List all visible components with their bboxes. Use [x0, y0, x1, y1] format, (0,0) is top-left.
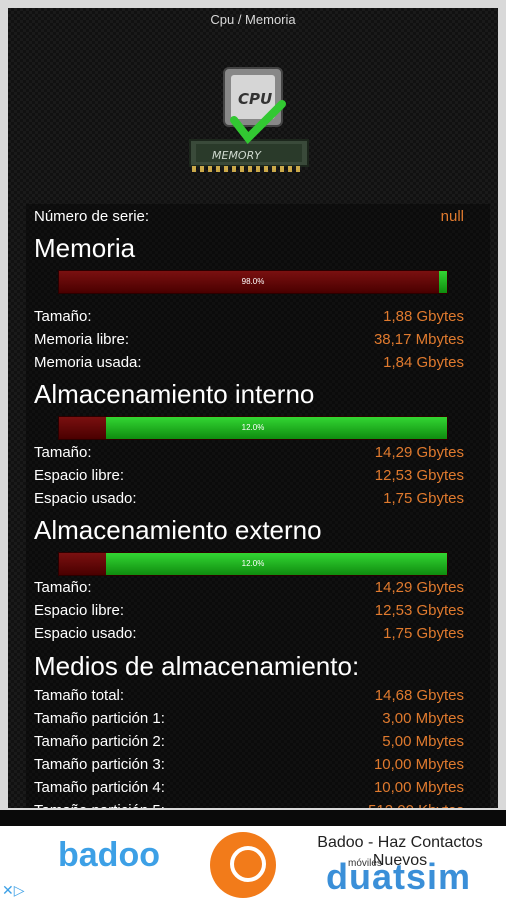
badoo-logo-icon[interactable]: badoo: [58, 836, 160, 875]
partition-3-label: Tamaño partición 3:: [34, 756, 165, 773]
cpu-memory-logo-icon: MEMORY CPU: [189, 67, 309, 172]
app-frame: Cpu / Memoria MEMORY CPU Número de serie…: [0, 0, 506, 810]
cpu-memory-panel: Cpu / Memoria MEMORY CPU Número de serie…: [8, 8, 498, 808]
internal-used-row: Espacio usado: 1,75 Gbytes: [34, 488, 464, 510]
memory-size-value: 1,88 Gbytes: [383, 308, 464, 325]
partition-1-label: Tamaño partición 1:: [34, 710, 165, 727]
memory-heading: Memoria: [34, 233, 136, 263]
ad-choices-icon[interactable]: ✕▷: [2, 882, 25, 899]
svg-text:MEMORY: MEMORY: [212, 149, 262, 162]
memory-size-row: Tamaño: 1,88 Gbytes: [34, 306, 464, 328]
internal-free-value: 12,53 Gbytes: [374, 467, 464, 484]
partition-1-row: Tamaño partición 1: 3,00 Mbytes: [34, 708, 464, 730]
memory-free-label: Memoria libre:: [34, 331, 130, 348]
internal-free-label: Espacio libre:: [34, 467, 125, 484]
badoo-circle-icon[interactable]: [210, 832, 276, 898]
memory-used-label: Memoria usada:: [34, 354, 142, 371]
external-free-value: 12,53 Gbytes: [374, 602, 464, 619]
memory-free-value: 38,17 Mbytes: [373, 331, 464, 348]
info-card: Número de serie: null Memoria 98.0% Tama…: [26, 204, 490, 808]
partition-2-value: 5,00 Mbytes: [382, 733, 464, 750]
partition-2-row: Tamaño partición 2: 5,00 Mbytes: [34, 731, 464, 753]
external-free-label: Espacio libre:: [34, 602, 125, 619]
ad-top-strip: [0, 810, 506, 826]
external-size-value: 14,29 Gbytes: [374, 579, 464, 596]
svg-text:CPU: CPU: [238, 90, 272, 108]
memory-used-row: Memoria usada: 1,84 Gbytes: [34, 352, 464, 374]
external-storage-bar: 12.0%: [58, 552, 448, 576]
external-size-label: Tamaño:: [34, 579, 92, 596]
partition-4-row: Tamaño partición 4: 10,00 Mbytes: [34, 777, 464, 799]
external-size-row: Tamaño: 14,29 Gbytes: [34, 577, 464, 599]
partition-3-value: 10,00 Mbytes: [373, 756, 464, 773]
partition-4-label: Tamaño partición 4:: [34, 779, 165, 796]
external-used-label: Espacio usado:: [34, 625, 137, 642]
internal-size-value: 14,29 Gbytes: [374, 444, 464, 461]
media-total-row: Tamaño total: 14,68 Gbytes: [34, 685, 464, 707]
internal-percent-label: 12.0%: [241, 423, 265, 432]
serial-label: Número de serie:: [34, 208, 150, 225]
external-used-value: 1,75 Gbytes: [383, 625, 464, 642]
partition-2-label: Tamaño partición 2:: [34, 733, 165, 750]
external-free-row: Espacio libre: 12,53 Gbytes: [34, 600, 464, 622]
media-total-value: 14,68 Gbytes: [374, 687, 464, 704]
memory-percent-label: 98.0%: [241, 277, 265, 286]
window-title: Cpu / Memoria: [210, 12, 296, 27]
memory-usage-bar: 98.0%: [58, 270, 448, 294]
internal-storage-heading: Almacenamiento interno: [34, 379, 315, 409]
serial-row: Número de serie: null: [34, 206, 464, 228]
memory-size-label: Tamaño:: [34, 308, 92, 325]
partition-3-row: Tamaño partición 3: 10,00 Mbytes: [34, 754, 464, 776]
partition-4-value: 10,00 Mbytes: [373, 779, 464, 796]
internal-storage-bar: 12.0%: [58, 416, 448, 440]
media-total-label: Tamaño total:: [34, 687, 125, 704]
partition-5-row: Tamaño partición 5: 512,00 Kbytes: [34, 800, 464, 808]
internal-used-label: Espacio usado:: [34, 490, 137, 507]
partition-1-value: 3,00 Mbytes: [382, 710, 464, 727]
internal-size-label: Tamaño:: [34, 444, 92, 461]
internal-size-row: Tamaño: 14,29 Gbytes: [34, 442, 464, 464]
internal-used-value: 1,75 Gbytes: [383, 490, 464, 507]
watermark-subtitle: móviles: [348, 858, 382, 869]
storage-media-heading: Medios de almacenamiento:: [34, 651, 360, 681]
external-percent-label: 12.0%: [241, 559, 265, 568]
external-storage-heading: Almacenamiento externo: [34, 515, 322, 545]
memory-free-row: Memoria libre: 38,17 Mbytes: [34, 329, 464, 351]
internal-free-row: Espacio libre: 12,53 Gbytes: [34, 465, 464, 487]
serial-value: null: [440, 208, 464, 225]
partition-5-label: Tamaño partición 5:: [34, 800, 165, 808]
external-used-row: Espacio usado: 1,75 Gbytes: [34, 623, 464, 645]
memory-used-value: 1,84 Gbytes: [383, 354, 464, 371]
partition-5-value: 512,00 Kbytes: [368, 800, 464, 808]
